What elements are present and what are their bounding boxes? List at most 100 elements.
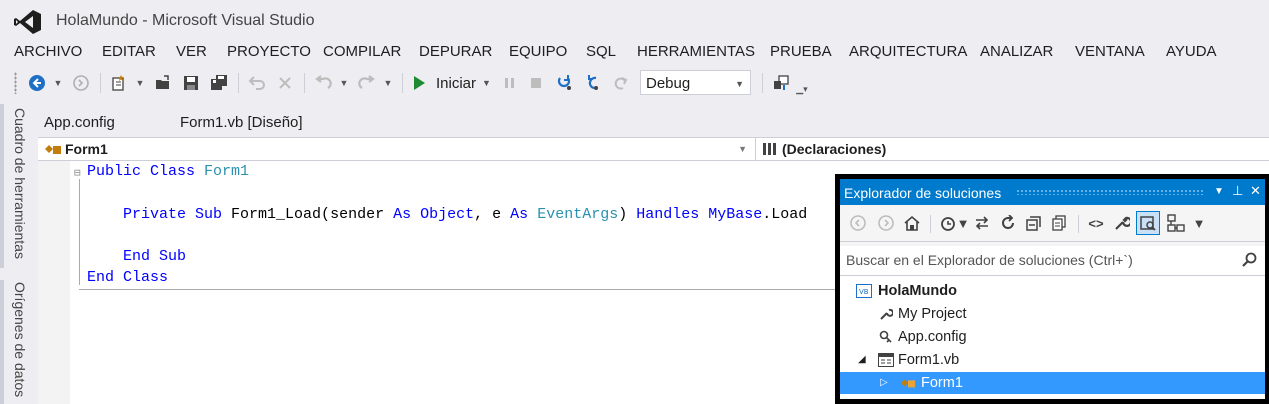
collapse-icon[interactable]: ⊟: [74, 166, 81, 180]
tree-item-project[interactable]: VB HolaMundo: [840, 280, 1265, 302]
solution-tree: VB HolaMundo My Project App.config ◢ For…: [840, 276, 1265, 399]
tree-label: App.config: [898, 329, 967, 345]
header-grip[interactable]: [1016, 189, 1204, 195]
open-file-button[interactable]: [152, 72, 174, 94]
start-label: Iniciar: [436, 74, 477, 92]
se-sync-button[interactable]: [972, 214, 992, 232]
se-class-diagram-button[interactable]: [1166, 214, 1186, 232]
class-dropdown[interactable]: Form1 ▼: [38, 138, 756, 160]
se-forward-button[interactable]: [876, 214, 896, 232]
step-out-button[interactable]: [610, 72, 632, 94]
title-bar: HolaMundo - Microsoft Visual Studio: [0, 0, 1269, 42]
stop-button[interactable]: [526, 72, 546, 94]
tree-item-form1-vb[interactable]: ◢ Form1.vb: [840, 349, 1265, 371]
member-dropdown[interactable]: (Declaraciones): [758, 138, 1269, 160]
menu-arquitectura[interactable]: ARQUITECTURA: [849, 43, 967, 60]
tab-data-sources[interactable]: Orígenes de datos: [4, 282, 28, 397]
expanded-arrow-icon[interactable]: ◢: [858, 354, 866, 365]
menu-ver[interactable]: VER: [176, 43, 207, 60]
se-back-button[interactable]: [848, 214, 868, 232]
undo-button[interactable]: [312, 72, 334, 94]
save-button[interactable]: [180, 72, 202, 94]
se-pending-changes-button[interactable]: [938, 214, 958, 232]
menu-prueba[interactable]: PRUEBA: [770, 43, 832, 60]
tree-item-form1[interactable]: ▷ Form1: [840, 372, 1265, 394]
pause-icon: [505, 78, 514, 88]
collapse-all-icon: [1026, 216, 1041, 231]
play-icon: [414, 76, 425, 90]
close-icon[interactable]: ✕: [1250, 183, 1261, 199]
pause-button[interactable]: [500, 72, 520, 94]
tab-form1-design[interactable]: Form1.vb [Diseño]: [180, 114, 303, 131]
se-preview-selected-button[interactable]: [1136, 211, 1160, 235]
form-file-icon: [878, 352, 894, 368]
back-button[interactable]: [26, 72, 48, 94]
keyword: Private Sub: [123, 206, 223, 223]
tree-label: HolaMundo: [878, 283, 957, 299]
se-view-code-button[interactable]: <>: [1086, 214, 1106, 232]
left-tool-window-tabs: Cuadro de herramientas Orígenes de datos: [0, 104, 32, 404]
undo-dropdown-icon[interactable]: ▼: [338, 72, 350, 94]
solution-search-box[interactable]: Buscar en el Explorador de soluciones (C…: [840, 246, 1265, 276]
publish-button[interactable]: [770, 72, 792, 94]
forward-button[interactable]: [70, 72, 92, 94]
step-into-button[interactable]: [554, 72, 576, 94]
toolbar-overflow-icon[interactable]: ▁▾: [796, 78, 808, 100]
redo-dropdown-icon[interactable]: ▼: [382, 72, 394, 94]
se-properties-button[interactable]: [1112, 214, 1132, 232]
solution-configuration-select[interactable]: Debug ▼: [640, 70, 751, 95]
toolbar-separator: [100, 73, 101, 93]
toolbar-grip[interactable]: [14, 72, 17, 94]
tab-toolbox[interactable]: Cuadro de herramientas: [4, 108, 28, 259]
class-name: Form1: [65, 141, 108, 157]
back-dropdown-icon[interactable]: ▼: [52, 72, 64, 94]
menu-herramientas[interactable]: HERRAMIENTAS: [637, 43, 755, 60]
menu-ventana[interactable]: VENTANA: [1075, 43, 1145, 60]
start-debugging-button[interactable]: Iniciar ▼: [412, 72, 494, 94]
stop-icon: [531, 78, 541, 88]
back-icon: [850, 215, 866, 231]
menu-sql[interactable]: SQL: [586, 43, 616, 60]
save-icon: [184, 76, 198, 90]
member-name: (Declaraciones): [782, 141, 887, 157]
tree-item-app-config[interactable]: App.config: [840, 326, 1265, 348]
menu-bar: ARCHIVO EDITAR VER PROYECTO COMPILAR DEP…: [0, 40, 1269, 64]
se-collapse-all-button[interactable]: [1024, 214, 1044, 232]
redo-button[interactable]: [356, 72, 378, 94]
step-over-button[interactable]: [582, 72, 604, 94]
pin-icon[interactable]: ⊥: [1232, 183, 1243, 199]
tree-label: Form1.vb: [898, 352, 960, 368]
tree-item-my-project[interactable]: My Project: [840, 303, 1265, 325]
menu-compilar[interactable]: COMPILAR: [323, 43, 401, 60]
new-project-button[interactable]: [108, 72, 130, 94]
window-position-icon[interactable]: ▼: [1214, 186, 1224, 197]
code-text: .Load: [762, 206, 808, 223]
cut-button[interactable]: [246, 72, 268, 94]
menu-ayuda[interactable]: AYUDA: [1166, 43, 1217, 60]
solution-explorer-header: Explorador de soluciones ▼ ⊥ ✕: [840, 179, 1265, 205]
solution-explorer-window: Explorador de soluciones ▼ ⊥ ✕ ▼ <> ▼ Bu: [835, 174, 1269, 404]
pending-dropdown-icon[interactable]: ▼: [957, 214, 970, 232]
open-folder-icon: [156, 75, 169, 89]
save-all-button[interactable]: [208, 72, 230, 94]
tab-app-config[interactable]: App.config: [44, 114, 115, 131]
se-home-button[interactable]: [902, 214, 922, 232]
se-refresh-button[interactable]: [998, 214, 1018, 232]
se-more-dropdown-icon[interactable]: ▼: [1193, 214, 1206, 232]
menu-depurar[interactable]: DEPURAR: [419, 43, 492, 60]
home-icon: [904, 215, 920, 231]
method-name: Form1_Load(sender: [231, 206, 385, 223]
menu-archivo[interactable]: ARCHIVO: [14, 43, 82, 60]
forward-icon: [878, 215, 894, 231]
declarations-icon: [763, 143, 776, 155]
menu-editar[interactable]: EDITAR: [102, 43, 156, 60]
search-icon[interactable]: [1241, 252, 1257, 268]
menu-proyecto[interactable]: PROYECTO: [227, 43, 311, 60]
redo-disabled-button[interactable]: [274, 72, 296, 94]
collapsed-arrow-icon[interactable]: ▷: [880, 377, 888, 388]
se-show-all-files-button[interactable]: [1050, 214, 1070, 232]
menu-analizar[interactable]: ANALIZAR: [980, 43, 1053, 60]
menu-equipo[interactable]: EQUIPO: [509, 43, 567, 60]
svg-text:VB: VB: [859, 288, 869, 296]
new-item-dropdown-icon[interactable]: ▼: [134, 72, 146, 94]
